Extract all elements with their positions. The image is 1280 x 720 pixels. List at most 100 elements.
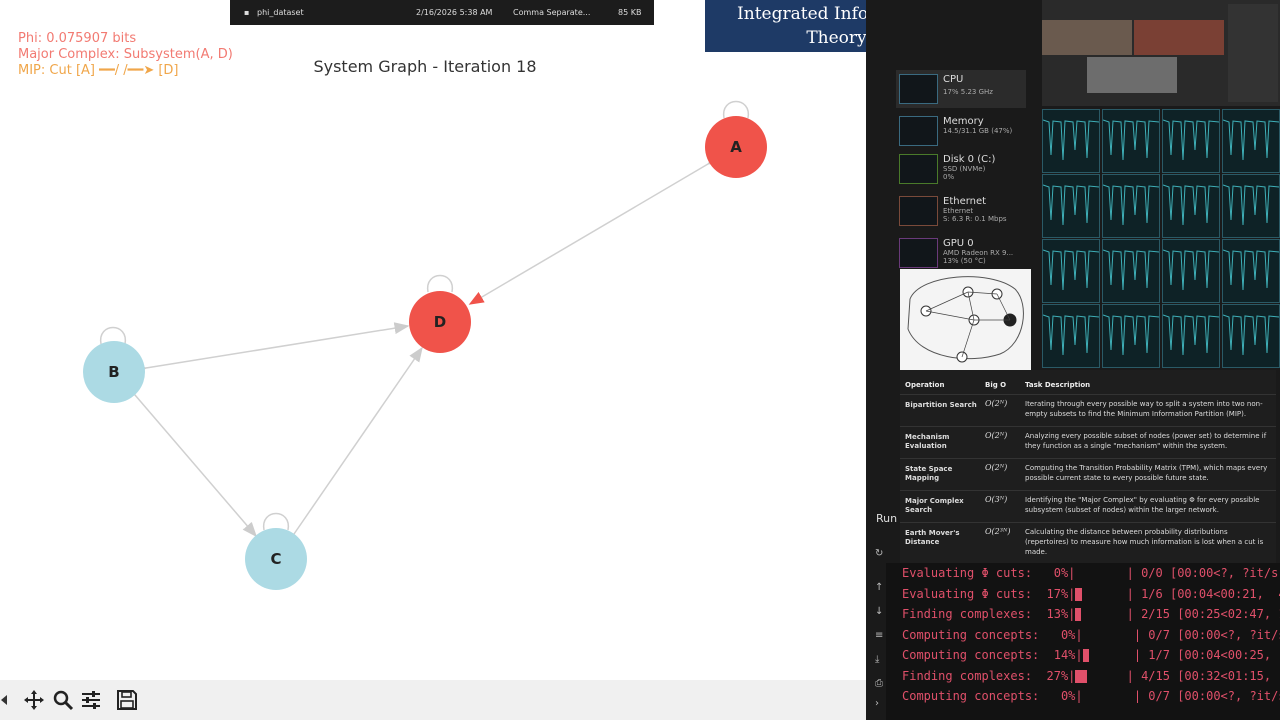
cpu-core-graph: [1222, 174, 1280, 238]
edge-b-d: [131, 322, 410, 377]
row-description: Calculating the distance between probabi…: [1025, 528, 1264, 556]
wrap-icon[interactable]: ≡: [875, 630, 883, 641]
network-sketch-image: [900, 269, 1031, 370]
run-console[interactable]: Evaluating Φ cuts: 0%| | 0/0 [00:00<?, ?…: [886, 563, 1280, 720]
node-d-label: D: [434, 313, 446, 331]
console-line: Finding complexes: 27%| | 4/15 [00:32<01…: [902, 668, 1272, 683]
table-row: Major Complex Search O(3ᴺ) Identifying t…: [900, 490, 1276, 523]
self-loop-c: [263, 512, 289, 531]
print-icon[interactable]: ⎙: [875, 678, 883, 689]
perf-memory[interactable]: Memory 14.5/31.1 GB (47%): [896, 112, 1026, 150]
progress-bar-fill: [1075, 608, 1082, 621]
cpu-core-graph: [1042, 174, 1100, 238]
cpu-mini-graph: [899, 74, 938, 104]
zoom-icon[interactable]: [51, 688, 75, 712]
cpu-core-graph: [1222, 239, 1280, 303]
disk-mini-graph: [899, 154, 938, 184]
cpu-core-graph: [1102, 174, 1160, 238]
ethernet-name: Ethernet: [943, 196, 987, 207]
system-graph: A D B C: [83, 100, 767, 590]
graph-window: A D B C Phi: 0.075907 bits Major Complex…: [0, 0, 866, 720]
file-size: 85 KB: [618, 8, 642, 17]
row-description: Computing the Transition Probability Mat…: [1025, 464, 1268, 482]
phi-value: Phi: 0.075907 bits: [18, 31, 137, 46]
cpu-core-graph: [1102, 239, 1160, 303]
perf-disk[interactable]: Disk 0 (C:) SSD (NVMe) 0%: [896, 150, 1026, 188]
video-speaker-left: [1042, 20, 1132, 55]
cpu-core-graph: [1042, 239, 1100, 303]
node-a[interactable]: A: [705, 116, 767, 178]
cpu-core-graph: [1162, 304, 1220, 368]
row-description: Iterating through every possible way to …: [1025, 400, 1263, 418]
console-line: Computing concepts: 0%| | 0/7 [00:00<?, …: [902, 627, 1280, 642]
row-description: Analyzing every possible subset of nodes…: [1025, 432, 1267, 450]
row-big-o: O(2ᴺ): [985, 399, 1008, 408]
scroll-end-icon[interactable]: ⤓: [875, 654, 879, 665]
console-line: Computing concepts: 0%| | 0/7 [00:00<?, …: [902, 689, 1280, 703]
row-operation: Earth Mover's Distance: [905, 529, 960, 546]
row-big-o: O(2³ᴺ): [985, 527, 1011, 536]
col-header-operation: Operation: [905, 381, 945, 389]
console-line: Finding complexes: 13%| | 2/15 [00:25<02…: [902, 607, 1280, 621]
perf-gpu[interactable]: GPU 0 AMD Radeon RX 9... 13% (50 °C): [896, 234, 1026, 272]
back-arrow-icon[interactable]: [0, 688, 16, 712]
complexity-table: Operation Big O Task Description Biparti…: [900, 370, 1276, 563]
video-sidebar-thumbs: [1228, 4, 1278, 102]
self-loop-a: [723, 100, 749, 119]
scroll-up-icon[interactable]: ↑: [875, 582, 883, 593]
ethernet-mini-graph: [899, 196, 938, 226]
perf-ethernet[interactable]: Ethernet Ethernet S: 6.3 R: 0.1 Mbps: [896, 192, 1026, 230]
cpu-core-graph: [1042, 109, 1100, 173]
disk-detail-2: 0%: [943, 173, 955, 181]
cpu-core-graph: [1102, 109, 1160, 173]
progress-bar-fill: [1075, 587, 1083, 601]
file-modified: 2/16/2026 5:38 AM: [416, 8, 493, 17]
gpu-detail-2: 13% (50 °C): [943, 257, 986, 265]
row-operation: State Space Mapping: [905, 465, 953, 482]
memory-name: Memory: [943, 116, 984, 127]
file-icon: ▪: [244, 8, 250, 17]
memory-mini-graph: [899, 116, 938, 146]
node-d[interactable]: D: [409, 291, 471, 353]
scroll-down-icon[interactable]: ↓: [875, 606, 883, 617]
video-speaker-right: [1134, 20, 1224, 55]
cpu-core-graph: [1162, 239, 1220, 303]
node-b[interactable]: B: [83, 341, 145, 403]
edge-a-d: [468, 151, 723, 305]
gpu-detail-1: AMD Radeon RX 9...: [943, 249, 1014, 257]
table-row: Bipartition Search O(2ᴺ) Iterating throu…: [900, 394, 1276, 427]
cpu-core-graph: [1222, 109, 1280, 173]
right-panel: CPU 17% 5.23 GHz Memory 14.5/31.1 GB (47…: [866, 0, 1280, 720]
row-big-o: O(2ᴺ): [985, 431, 1008, 440]
disk-detail-1: SSD (NVMe): [943, 165, 986, 173]
col-header-big-o: Big O: [985, 381, 1007, 389]
file-explorer-row[interactable]: ▪ phi_dataset 2/16/2026 5:38 AM Comma Se…: [230, 0, 654, 25]
more-icon[interactable]: ›: [875, 698, 879, 709]
col-header-description: Task Description: [1025, 381, 1091, 389]
perf-cpu[interactable]: CPU 17% 5.23 GHz: [896, 70, 1026, 108]
node-a-label: A: [730, 138, 742, 156]
gpu-name: GPU 0: [943, 238, 974, 249]
rerun-icon[interactable]: ↻: [875, 548, 883, 559]
node-c[interactable]: C: [245, 528, 307, 590]
row-description: Identifying the "Major Complex" by evalu…: [1025, 496, 1260, 514]
cpu-core-graph: [1042, 304, 1100, 368]
cpu-detail: 17% 5.23 GHz: [943, 88, 993, 96]
run-tab[interactable]: Run: [876, 512, 897, 525]
row-operation: Major Complex Search: [905, 497, 964, 514]
file-name: phi_dataset: [257, 8, 304, 17]
node-b-label: B: [108, 363, 119, 381]
configure-icon[interactable]: [79, 688, 103, 712]
cpu-core-graph: [1162, 109, 1220, 173]
ethernet-detail-1: Ethernet: [943, 207, 974, 215]
move-icon[interactable]: [22, 688, 46, 712]
self-loop-d: [427, 274, 453, 293]
video-thumbnail[interactable]: [1042, 0, 1280, 106]
file-type: Comma Separate...: [513, 8, 591, 17]
save-icon[interactable]: [115, 688, 139, 712]
ethernet-detail-2: S: 6.3 R: 0.1 Mbps: [943, 215, 1007, 223]
disk-name: Disk 0 (C:): [943, 154, 996, 165]
node-c-label: C: [270, 550, 281, 568]
edge-c-d: [281, 346, 423, 549]
plot-toolbar: [0, 680, 866, 720]
